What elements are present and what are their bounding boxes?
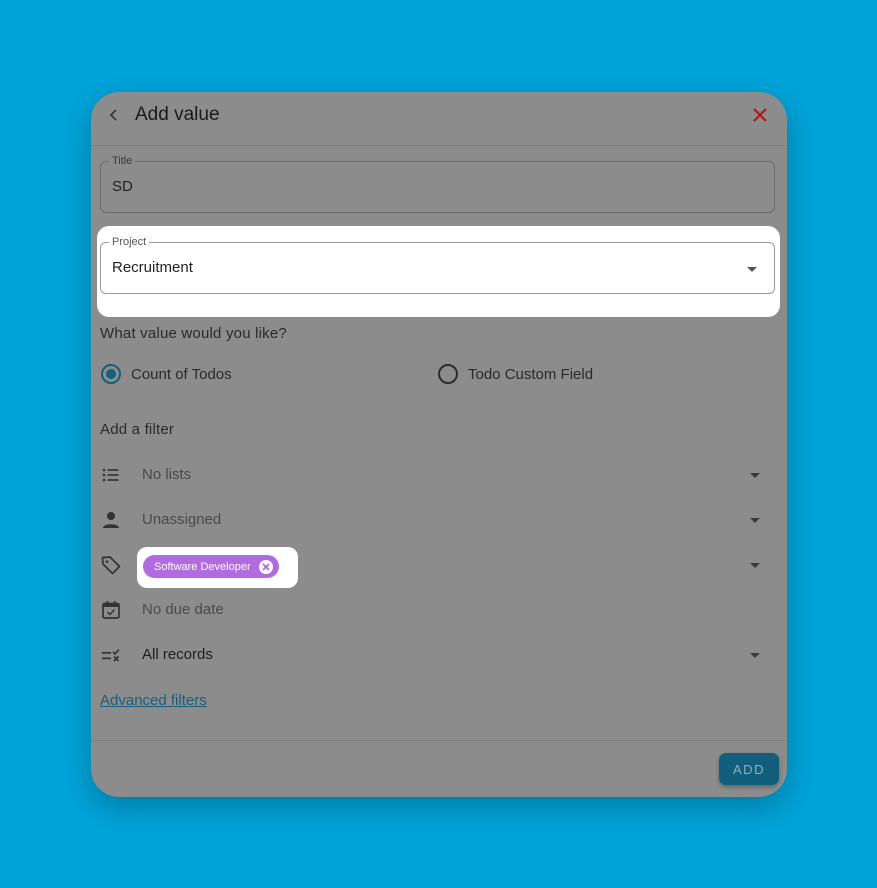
chevron-left-icon (109, 109, 117, 121)
filter-due-date[interactable]: No due date (100, 595, 760, 625)
chevron-down-icon (750, 473, 760, 478)
list-icon (102, 468, 119, 482)
radio-todo-custom-field[interactable]: Todo Custom Field (438, 364, 593, 384)
tag-chip-label: Software Developer (154, 560, 251, 573)
filter-lists[interactable]: No lists (100, 460, 760, 490)
chevron-down-icon (750, 563, 760, 568)
advanced-filters-link[interactable]: Advanced filters (100, 692, 207, 709)
lists-value: No lists (142, 466, 192, 483)
back-button[interactable] (103, 104, 125, 126)
project-select[interactable]: Project Recruitment (100, 235, 775, 294)
assignee-value: Unassigned (142, 511, 222, 528)
dialog-title: Add value (135, 104, 220, 125)
close-circle-icon (261, 562, 270, 571)
radio-label: Count of Todos (131, 365, 232, 383)
value-question: What value would you like? (100, 325, 287, 342)
project-select-label: Project (109, 235, 150, 249)
chevron-down-icon (750, 518, 760, 523)
chip-remove-button[interactable] (258, 559, 273, 574)
project-select-value: Recruitment (112, 259, 193, 276)
radio-unchecked-icon (438, 364, 458, 384)
add-value-dialog: Add value Title SD Project Recruitment W… (91, 92, 787, 797)
radio-checked-icon (101, 364, 121, 384)
calendar-check-icon (102, 601, 120, 619)
radio-label: Todo Custom Field (468, 365, 594, 383)
add-button[interactable]: ADD (719, 753, 779, 785)
filter-records[interactable]: All records (100, 640, 760, 670)
tag-chip-highlight: Software Developer (137, 547, 298, 588)
filter-heading: Add a filter (100, 421, 175, 438)
title-field[interactable]: Title SD (100, 154, 775, 213)
title-field-value: SD (112, 178, 133, 195)
footer-divider (91, 740, 787, 741)
chevron-down-icon (747, 267, 757, 272)
chevron-down-icon (750, 653, 760, 658)
dialog-header: Add value (91, 92, 787, 146)
records-value: All records (142, 646, 213, 663)
due-date-value: No due date (142, 601, 224, 618)
person-icon (103, 512, 119, 528)
close-icon (753, 108, 767, 122)
close-button[interactable] (749, 104, 771, 126)
filter-assignee[interactable]: Unassigned (100, 505, 760, 535)
title-field-label: Title (109, 154, 136, 168)
checklist-icon (102, 648, 120, 662)
radio-count-of-todos[interactable]: Count of Todos (101, 364, 232, 384)
tag-chip: Software Developer (143, 555, 279, 578)
tag-icon (101, 556, 121, 575)
